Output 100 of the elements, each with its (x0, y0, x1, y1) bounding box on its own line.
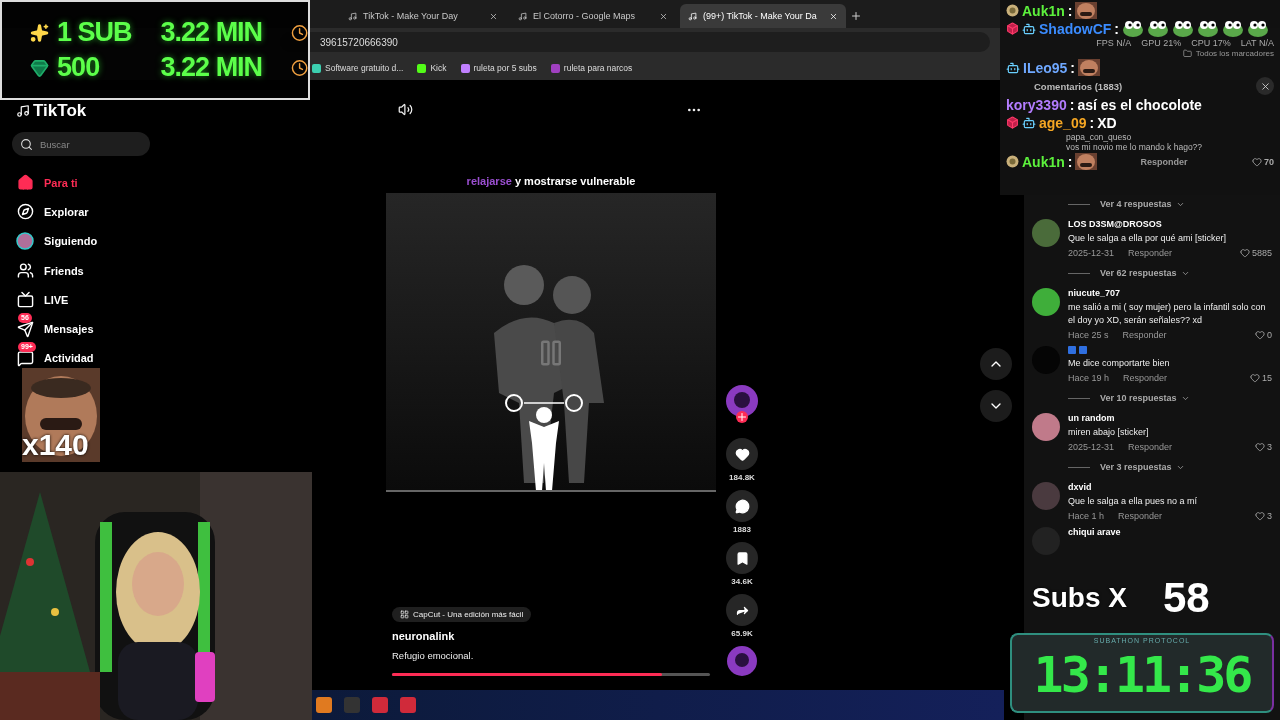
live-icon (16, 291, 34, 309)
bookmark[interactable]: ruleta para narcos (550, 63, 633, 73)
chat-colon: : (1067, 153, 1073, 170)
user-avatar[interactable] (1032, 413, 1060, 441)
stat-reading: GPU 21% (1141, 38, 1182, 48)
frog-emote-icon (1122, 20, 1144, 37)
like-button[interactable]: 3 (1255, 442, 1272, 452)
bookmark[interactable]: Software gratuito d... (312, 63, 404, 73)
sound-avatar[interactable] (727, 646, 757, 676)
like-button[interactable]: 5885 (1239, 248, 1272, 258)
bookmark-button[interactable] (726, 542, 758, 574)
comment-author[interactable]: niucute_707 (1068, 288, 1272, 298)
reply-link[interactable]: Responder (1128, 248, 1173, 258)
app-tag[interactable]: CapCut - Una edición más fácil (392, 607, 532, 622)
heart-icon (734, 446, 750, 462)
share-button[interactable] (726, 594, 758, 626)
nav-item[interactable]: Siguiendo (16, 226, 312, 256)
chat-colon: : (1089, 114, 1095, 131)
activity-icon (16, 349, 34, 367)
video-author[interactable]: neuronalink (392, 630, 710, 642)
view-replies-link[interactable]: Ver 4 respuestas (1032, 195, 1185, 213)
badge-icon (1068, 346, 1087, 354)
next-button[interactable] (980, 390, 1012, 422)
close-button[interactable] (1256, 77, 1274, 95)
emote-icon (1075, 2, 1098, 19)
robot-badge-icon (1022, 21, 1036, 36)
stat-reading: LAT N/A (1240, 38, 1274, 48)
user-avatar[interactable] (1032, 288, 1060, 316)
browser-tab[interactable]: El Cotorro - Google Maps (510, 4, 676, 28)
comment-date: Hace 25 s (1068, 330, 1109, 340)
comment-author[interactable]: papa_con_queso (1066, 132, 1274, 142)
close-icon (1259, 80, 1271, 92)
user-avatar[interactable] (1032, 219, 1060, 247)
coin-badge-icon (1006, 4, 1019, 17)
previous-button[interactable] (980, 348, 1012, 380)
reply-link[interactable]: Responder (1140, 156, 1188, 167)
nav-item[interactable]: LIVE (16, 285, 312, 315)
chat-colon: : (1067, 2, 1073, 19)
comment-date: 2025-12-31 (1068, 248, 1115, 258)
comment-text: miren abajo [sticker] (1068, 426, 1150, 439)
comment-date: Hace 19 h (1068, 373, 1110, 383)
chat-username: ShadowCF (1039, 20, 1112, 37)
all-bookmarks-link[interactable]: Todos los marcadores (1182, 49, 1274, 58)
chat-username: kory3390 (1006, 96, 1067, 113)
clock-icon (290, 23, 308, 42)
close-icon[interactable] (659, 11, 668, 21)
like-button[interactable]: 70 (1252, 156, 1274, 167)
tiktok-logo: TikTok (16, 100, 312, 122)
messages-icon (16, 320, 34, 338)
comment-text: me salió a mi ( soy mujer) pero la infantil solo con el doy yo XD, serán señales?? xd (1068, 301, 1267, 327)
comment-author[interactable]: chiqui arave (1068, 527, 1272, 537)
reply-link[interactable]: Responder (1128, 442, 1173, 452)
comment-author[interactable]: dxvid (1068, 482, 1272, 492)
close-icon[interactable] (489, 11, 498, 21)
view-replies-link[interactable]: Ver 62 respuestas (1032, 264, 1190, 282)
like-button[interactable]: 15 (1250, 373, 1272, 383)
bookmark-icon (734, 550, 750, 566)
robot-badge-icon (1006, 60, 1020, 75)
robot-badge-icon (1022, 115, 1036, 130)
friends-icon (16, 262, 34, 280)
browser-tab[interactable]: TikTok - Make Your Day (340, 4, 506, 28)
new-tab-icon[interactable] (850, 10, 862, 22)
chat-colon: : (1070, 59, 1076, 76)
view-replies-link[interactable]: Ver 3 respuestas (1032, 458, 1185, 476)
comment-button[interactable] (726, 490, 758, 522)
browser-tab[interactable]: (99+) TikTok - Make Your Da (680, 4, 846, 28)
search-field[interactable]: Buscar (12, 132, 150, 156)
stat-count: 34.6K (731, 577, 753, 586)
comment-author[interactable]: un random (1068, 413, 1272, 423)
frog-emote-icon (1147, 20, 1169, 37)
creator-avatar[interactable] (726, 385, 758, 417)
comment-author[interactable]: LOS D3SM@DROSOS (1068, 219, 1272, 229)
heart-icon (1239, 248, 1250, 258)
like-button[interactable]: 0 (1255, 330, 1272, 340)
chat-username: Auk1n (1022, 153, 1065, 170)
nav-item[interactable]: Explorar (16, 197, 312, 227)
cube-badge-icon (1006, 22, 1019, 35)
heart-icon (1255, 330, 1265, 340)
like-button[interactable] (726, 438, 758, 470)
reply-link[interactable]: Responder (1118, 511, 1163, 521)
view-replies-link[interactable]: Ver 10 respuestas (1032, 389, 1190, 407)
meme-count: x140 (22, 428, 89, 462)
comment-icon (734, 498, 750, 514)
nav-item[interactable]: Friends (16, 255, 312, 286)
comment-text: Me dice comportarte bien (1068, 357, 1171, 370)
chat-message: así es el chocolote (1077, 96, 1202, 113)
bookmark-icon (312, 63, 321, 73)
chat-message: XD (1097, 114, 1117, 131)
like-button[interactable]: 3 (1255, 511, 1272, 521)
reply-link[interactable]: Responder (1122, 330, 1167, 340)
nav-item[interactable]: Para ti (16, 168, 312, 198)
chat-username: ILeo95 (1023, 59, 1068, 76)
emote-icon (1075, 153, 1098, 170)
bookmark[interactable]: ruleta por 5 subs (460, 63, 537, 73)
bookmark[interactable]: Kick (417, 63, 447, 73)
reply-link[interactable]: Responder (1123, 373, 1168, 383)
chat-username: Auk1n (1022, 2, 1065, 19)
bookmark-icon (550, 63, 560, 73)
comment-text: Que le salga a ella por qué ami [sticker] (1068, 232, 1228, 245)
close-icon[interactable] (829, 11, 838, 21)
